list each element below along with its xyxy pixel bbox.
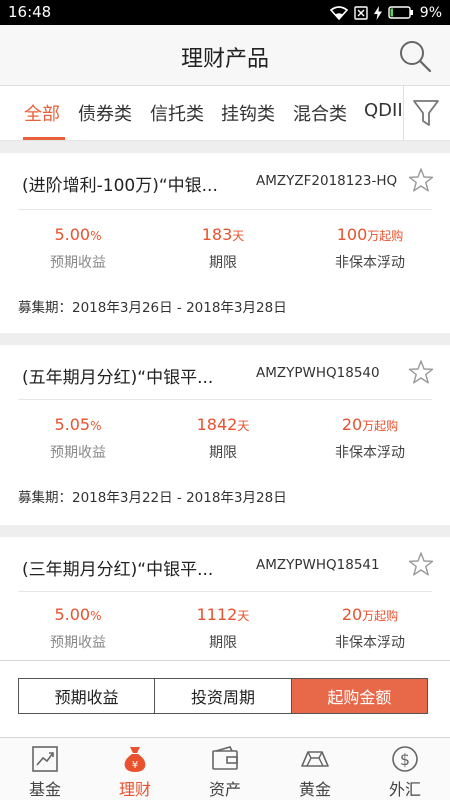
search-icon[interactable] [398, 39, 432, 73]
money-bag-icon: ¥ [124, 747, 146, 772]
term: 1112天 期限 [196, 605, 250, 651]
sort-by-yield-button[interactable]: 预期收益 [19, 679, 156, 713]
product-name: (进阶增利-100万)“中银... [22, 176, 218, 196]
product-code: AMZYPWHQ18541 [256, 557, 380, 573]
page-title: 理财产品 [180, 47, 269, 72]
tab-linked[interactable]: 挂钩类 [221, 100, 275, 126]
battery-icon [388, 6, 413, 19]
sim-blocked-icon [354, 5, 368, 20]
svg-text:¥: ¥ [132, 760, 138, 771]
nav-item-gold[interactable]: 黄金 [270, 738, 360, 800]
tab-trust[interactable]: 信托类 [150, 100, 204, 126]
divider [18, 399, 432, 400]
bottom-navigation: 基金 ¥ 理财 资产 黄金 $ 外汇 [0, 737, 450, 800]
tab-mixed[interactable]: 混合类 [293, 100, 347, 126]
minimum-purchase: 100万起购 非保本浮动 [335, 225, 405, 271]
expected-yield: 5.00% 预期收益 [50, 225, 106, 271]
term: 183天 期限 [201, 225, 245, 271]
tab-all[interactable]: 全部 [24, 100, 60, 126]
sort-bar: 预期收益 投资周期 起购金额 [0, 660, 450, 737]
minimum-purchase: 20万起购 非保本浮动 [335, 605, 405, 651]
star-icon[interactable] [408, 359, 434, 385]
tab-divider [403, 86, 404, 141]
nav-item-fund[interactable]: 基金 [0, 738, 90, 800]
product-name: (三年期月分红)“中银平... [22, 560, 214, 580]
divider [18, 209, 432, 210]
sort-by-min-amount-button[interactable]: 起购金额 [291, 679, 427, 713]
product-code: AMZYZF2018123-HQ [256, 173, 398, 189]
active-tab-indicator [23, 137, 65, 140]
nav-item-assets[interactable]: 资产 [180, 738, 270, 800]
nav-item-forex[interactable]: $ 外汇 [360, 738, 450, 800]
expected-yield: 5.05% 预期收益 [50, 415, 106, 461]
gold-bar-icon [301, 751, 329, 767]
dollar-coin-icon: $ [392, 746, 418, 772]
status-time: 16:48 [8, 3, 52, 21]
divider [18, 591, 432, 592]
tab-qdii[interactable]: QDII [364, 100, 403, 121]
sort-segmented-control: 预期收益 投资周期 起购金额 [18, 678, 428, 714]
category-tabs: 全部 债券类 信托类 挂钩类 混合类 QDII [0, 86, 450, 141]
raising-period: 募集期：2018年3月26日 - 2018年3月28日 [18, 300, 287, 316]
svg-text:$: $ [400, 750, 410, 769]
star-icon[interactable] [408, 167, 434, 193]
chart-icon [32, 746, 58, 772]
tab-bond[interactable]: 债券类 [78, 100, 132, 126]
minimum-purchase: 20万起购 非保本浮动 [335, 415, 405, 461]
wallet-icon [212, 746, 238, 770]
term: 1842天 期限 [196, 415, 250, 461]
section-gap [0, 333, 450, 345]
wifi-icon [329, 5, 348, 20]
star-icon[interactable] [408, 551, 434, 577]
status-bar: 16:48 9% [0, 0, 450, 25]
sort-by-term-button[interactable]: 投资周期 [155, 679, 292, 713]
product-card[interactable]: (进阶增利-100万)“中银... AMZYZF2018123-HQ 5.00%… [0, 153, 450, 333]
header: 理财产品 [0, 25, 450, 86]
expected-yield: 5.00% 预期收益 [50, 605, 106, 651]
product-code: AMZYPWHQ18540 [256, 365, 380, 381]
product-card[interactable]: (三年期月分红)“中银平... AMZYPWHQ18541 5.00% 预期收益… [0, 537, 450, 660]
battery-level: 9% [419, 4, 442, 21]
nav-item-wealth[interactable]: ¥ 理财 [90, 738, 180, 800]
charging-icon [373, 5, 382, 20]
raising-period: 募集期：2018年3月22日 - 2018年3月28日 [18, 490, 287, 506]
section-gap [0, 525, 450, 537]
product-card[interactable]: (五年期月分红)“中银平... AMZYPWHQ18540 5.05% 预期收益… [0, 345, 450, 525]
section-gap [0, 141, 450, 153]
product-name: (五年期月分红)“中银平... [22, 368, 214, 388]
filter-icon[interactable] [412, 98, 440, 128]
